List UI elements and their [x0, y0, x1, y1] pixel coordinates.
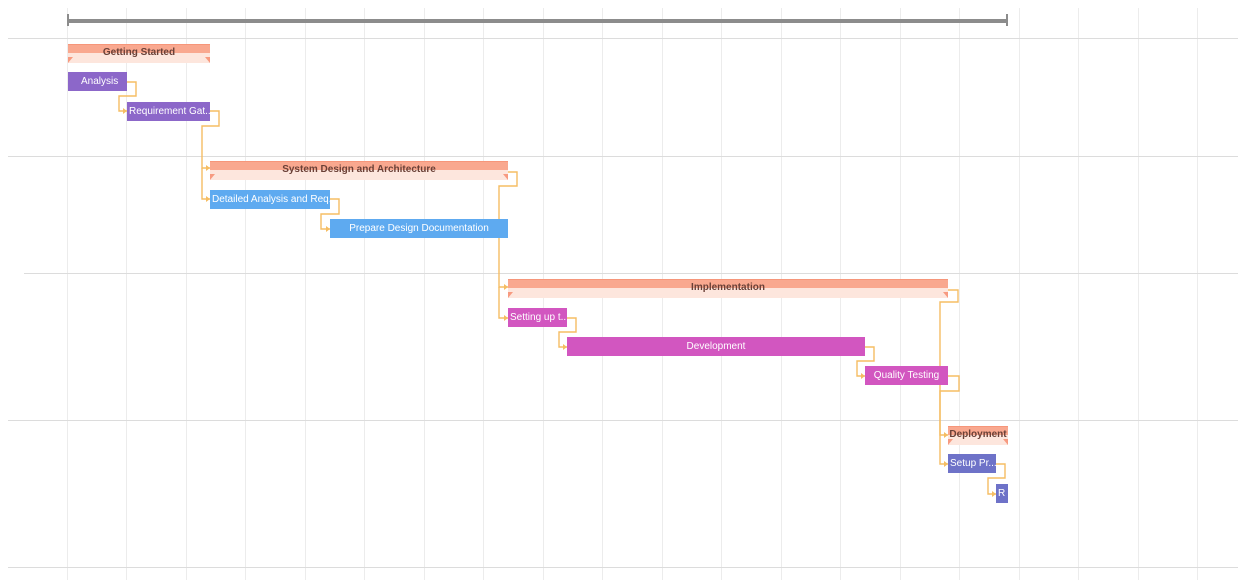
grid-column-line	[1078, 8, 1079, 580]
connector-implementation-to-setting	[498, 287, 508, 319]
grid-column-line	[364, 8, 365, 580]
connector-deployment-to-setup	[939, 435, 948, 465]
task-bar-quality-testing[interactable]: Quality Testing	[865, 366, 948, 385]
phase-separator	[8, 156, 1238, 157]
task-bar-r[interactable]: R	[996, 484, 1008, 503]
summary-bar-end-cap	[1006, 14, 1008, 26]
task-bar-detailed-analysis[interactable]: Detailed Analysis and Req...	[210, 190, 330, 209]
grid-column-line	[305, 8, 306, 580]
phase-separator	[8, 567, 1238, 568]
task-bar-prepare-design-documentation[interactable]: Prepare Design Documentation	[330, 219, 508, 238]
grid-column-line	[126, 8, 127, 580]
summary-bar-start-cap	[67, 14, 69, 26]
grid-column-line	[424, 8, 425, 580]
phase-separator	[8, 38, 1238, 39]
task-bar-setting-up[interactable]: Setting up t...	[508, 308, 567, 327]
connector-design-phase-to-detailed	[201, 168, 210, 200]
grid-column-line	[1197, 8, 1198, 580]
connector-implementation-to-deployment	[939, 289, 959, 435]
task-bar-analysis[interactable]: Analysis	[68, 72, 127, 91]
phase-bar-getting-started[interactable]: Getting Started	[68, 44, 210, 63]
grid-column-line	[245, 8, 246, 580]
phase-separator	[24, 273, 1238, 274]
phase-separator	[8, 420, 1238, 421]
grid-column-line	[1019, 8, 1020, 580]
phase-bar-implementation[interactable]: Implementation	[508, 279, 948, 298]
grid-column-line	[1138, 8, 1139, 580]
gantt-chart: Getting Started System Design and Archit…	[0, 0, 1238, 583]
grid-column-line	[959, 8, 960, 580]
project-summary-bar[interactable]	[68, 19, 1008, 23]
task-bar-requirement-gathering[interactable]: Requirement Gat...	[127, 102, 210, 121]
grid-column-line	[67, 8, 68, 580]
task-bar-development[interactable]: Development	[567, 337, 865, 356]
phase-bar-system-design[interactable]: System Design and Architecture	[210, 161, 508, 180]
phase-bar-deployment[interactable]: Deployment	[948, 426, 1008, 445]
task-bar-setup-production[interactable]: Setup Pr...	[948, 454, 996, 473]
grid-column-line	[186, 8, 187, 580]
grid-column-line	[483, 8, 484, 580]
